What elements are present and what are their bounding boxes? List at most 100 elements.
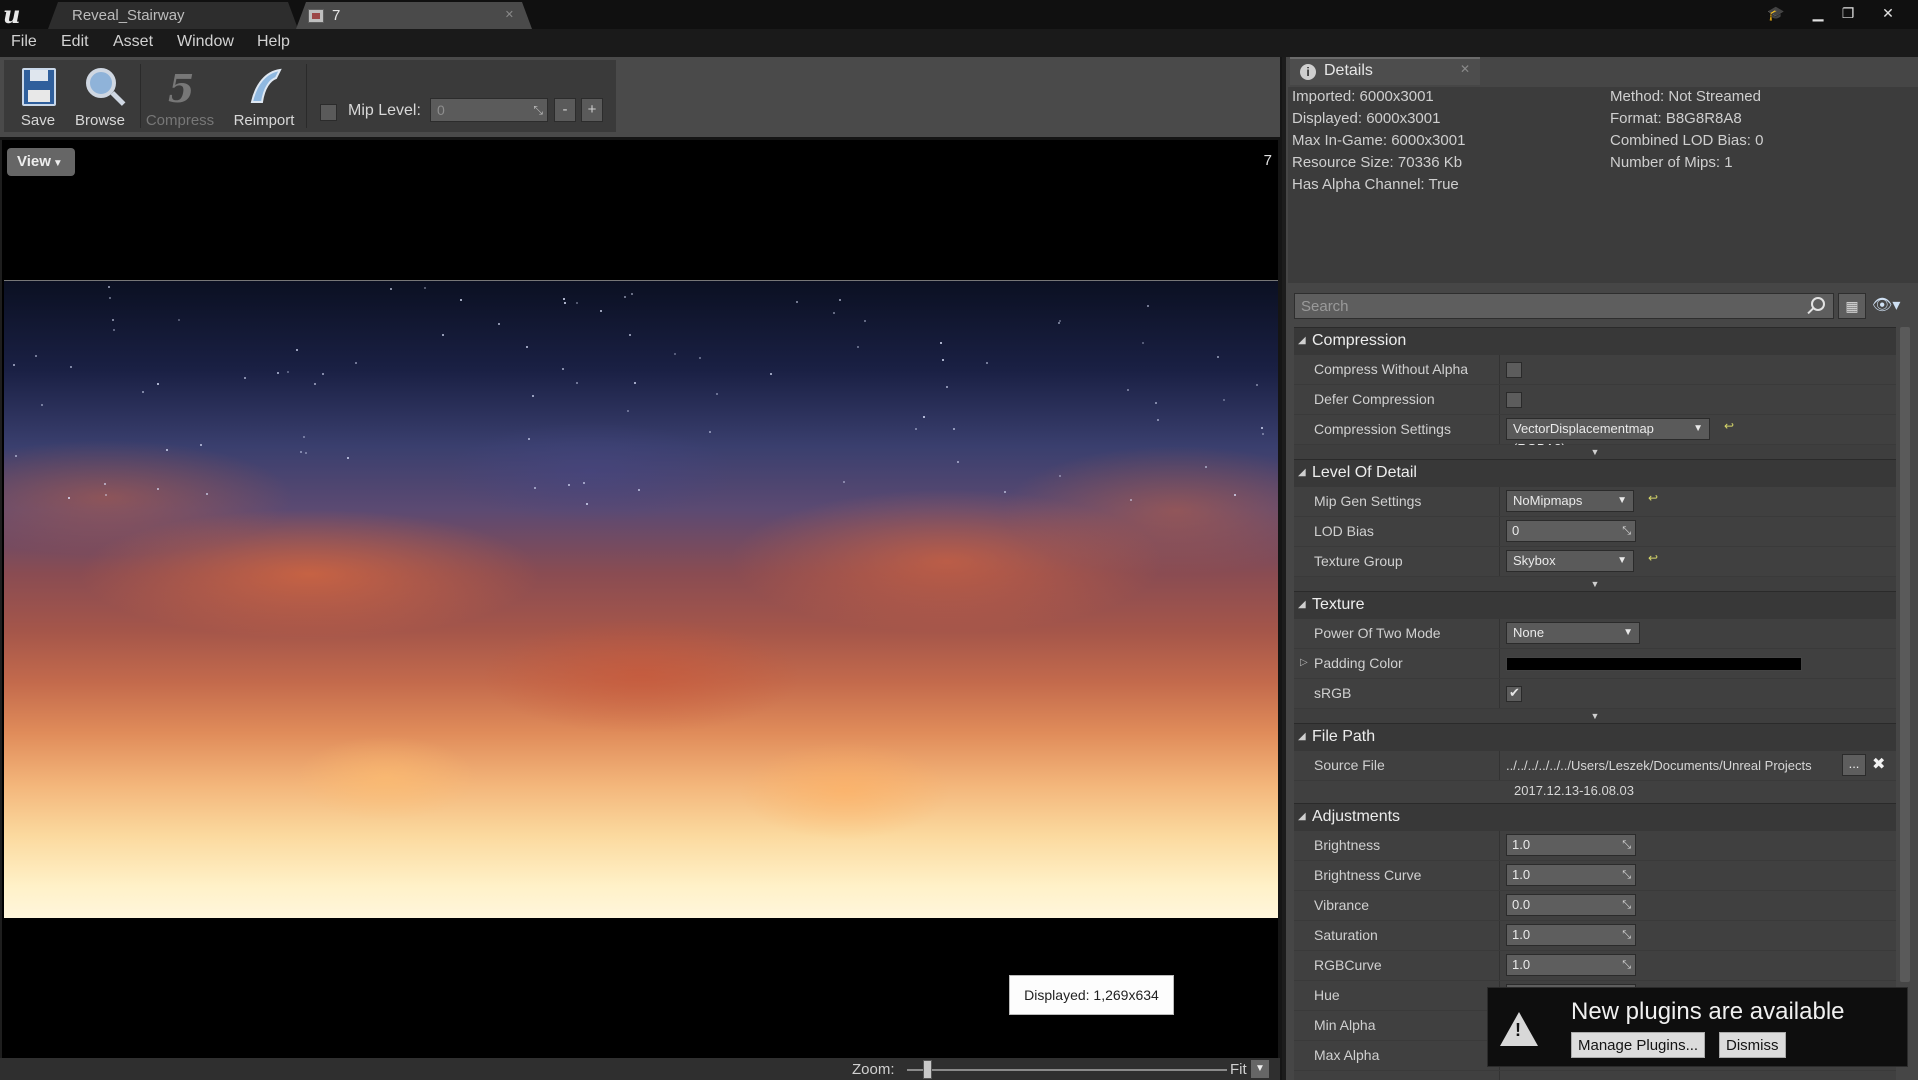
menu-help[interactable]: Help — [257, 33, 290, 51]
adjustment-value-input[interactable]: 0.0 ⤡ — [1506, 894, 1636, 916]
compress-button[interactable]: 5 Compress — [142, 60, 218, 132]
search-icon[interactable] — [1811, 297, 1825, 311]
column-divider[interactable] — [1499, 385, 1500, 414]
star-dot — [985, 361, 988, 364]
show-advanced-toggle[interactable]: ▼ — [1294, 445, 1896, 459]
compression-settings-dropdown[interactable]: VectorDisplacementmap (RGBA8) ▼ — [1506, 418, 1710, 456]
expand-arrow-icon[interactable]: ▷ — [1300, 657, 1308, 668]
category-level-of-detail[interactable]: ◢ Level Of Detail — [1294, 459, 1896, 487]
defer-compression-checkbox[interactable] — [1506, 392, 1522, 408]
mip-gen-settings-dropdown[interactable]: NoMipmaps ▼ — [1506, 490, 1634, 512]
column-divider[interactable] — [1499, 517, 1500, 546]
star-dot — [460, 298, 463, 301]
zoom-slider-handle[interactable] — [923, 1060, 932, 1079]
close-tab-icon[interactable]: ✕ — [505, 2, 514, 29]
show-advanced-toggle[interactable]: ▼ — [1294, 577, 1896, 591]
browse-button[interactable]: Browse — [62, 60, 138, 132]
adjustment-value-input[interactable]: 1.0 ⤡ — [1506, 954, 1636, 976]
clear-source-file-icon[interactable]: ✖ — [1872, 754, 1885, 774]
tab-label: Reveal_Stairway — [72, 7, 185, 24]
menu-edit[interactable]: Edit — [61, 33, 89, 51]
column-divider[interactable] — [1499, 487, 1500, 516]
property-label: Saturation — [1314, 927, 1378, 943]
reimport-button[interactable]: Reimport — [226, 60, 302, 132]
lod-bias-input[interactable]: 0 ⤡ — [1506, 520, 1636, 542]
menu-file[interactable]: File — [11, 33, 37, 51]
star-dot — [390, 287, 393, 290]
title-bar: u Reveal_Stairway 7 ✕ 🎓 ▁ ❐ ✕ — [0, 0, 1918, 29]
search-box — [1294, 293, 1834, 319]
tab-reveal-stairway[interactable]: Reveal_Stairway — [48, 2, 298, 29]
toolbar-divider — [140, 64, 141, 128]
details-scrollbar[interactable] — [1900, 327, 1910, 982]
property-label: sRGB — [1314, 685, 1352, 701]
grid-view-icon[interactable]: ▦ — [1838, 293, 1866, 319]
close-tab-icon[interactable]: ✕ — [1460, 62, 1470, 76]
property-texture-group: Texture Group Skybox ▼ ↩ — [1294, 547, 1896, 577]
unreal-logo-icon[interactable]: u — [3, 2, 29, 28]
search-input[interactable] — [1295, 294, 1795, 318]
star-dot — [1205, 465, 1208, 468]
zoom-slider-track[interactable] — [907, 1069, 1227, 1071]
menu-asset[interactable]: Asset — [113, 33, 153, 51]
column-divider[interactable] — [1499, 861, 1500, 890]
column-divider[interactable] — [1499, 751, 1500, 780]
adjustment-value-input[interactable]: 1.0 ⤡ — [1506, 834, 1636, 856]
close-window-button[interactable]: ✕ — [1874, 3, 1902, 23]
category-title: Level Of Detail — [1312, 464, 1417, 481]
adjustment-value-input[interactable]: 1.0 ⤡ — [1506, 864, 1636, 886]
dismiss-button[interactable]: Dismiss — [1719, 1032, 1786, 1058]
star-dot — [1154, 402, 1157, 405]
column-divider[interactable] — [1499, 1071, 1500, 1080]
view-menu-button[interactable]: View ▼ — [7, 148, 75, 176]
column-divider[interactable] — [1499, 619, 1500, 648]
star-dot — [40, 404, 43, 407]
column-divider[interactable] — [1499, 831, 1500, 860]
padding-color-swatch[interactable] — [1506, 657, 1802, 671]
star-dot — [1059, 474, 1062, 477]
column-divider[interactable] — [1499, 921, 1500, 950]
column-divider[interactable] — [1499, 649, 1500, 678]
category-adjustments[interactable]: ◢ Adjustments — [1294, 803, 1896, 831]
power-of-two-dropdown[interactable]: None ▼ — [1506, 622, 1640, 644]
adjustment-value-input[interactable]: 1.0 ⤡ — [1506, 924, 1636, 946]
category-compression[interactable]: ◢ Compression — [1294, 327, 1896, 355]
texture-viewport[interactable]: View ▼ 7 Displayed: 1,269x634 — [0, 140, 1278, 1058]
mip-increment-button[interactable]: + — [581, 98, 603, 122]
category-file-path[interactable]: ◢ File Path — [1294, 723, 1896, 751]
property-label: Compress Without Alpha — [1314, 361, 1469, 377]
srgb-checkbox[interactable] — [1506, 685, 1522, 702]
menu-window[interactable]: Window — [177, 33, 234, 51]
browse-source-file-button[interactable]: ... — [1842, 754, 1866, 776]
reset-to-default-icon[interactable]: ↩ — [1648, 491, 1658, 505]
learn-icon[interactable]: 🎓 — [1762, 3, 1790, 23]
column-divider[interactable] — [1499, 679, 1500, 708]
show-advanced-toggle[interactable]: ▼ — [1294, 709, 1896, 723]
spin-icon: ⤡ — [1622, 959, 1631, 971]
mip-decrement-button[interactable]: - — [554, 98, 576, 122]
property-label: Min Alpha — [1314, 1017, 1376, 1033]
column-divider[interactable] — [1499, 547, 1500, 576]
tab-details[interactable]: i Details ✕ — [1290, 57, 1480, 85]
reset-to-default-icon[interactable]: ↩ — [1648, 551, 1658, 565]
star-dot — [157, 383, 160, 386]
column-divider[interactable] — [1499, 415, 1500, 444]
category-texture[interactable]: ◢ Texture — [1294, 591, 1896, 619]
compress-without-alpha-checkbox[interactable] — [1506, 362, 1522, 378]
column-divider[interactable] — [1499, 355, 1500, 384]
minimize-button[interactable]: ▁ — [1804, 3, 1832, 23]
star-dot — [302, 435, 305, 438]
column-divider[interactable] — [1499, 891, 1500, 920]
mip-level-input[interactable]: 0 ⤡ — [430, 98, 548, 122]
zoom-mode-dropdown[interactable]: ▼ — [1251, 1060, 1269, 1078]
mip-level-checkbox[interactable] — [320, 104, 337, 121]
property-list[interactable]: ◢ Compression Compress Without Alpha Def… — [1294, 327, 1896, 1080]
restore-button[interactable]: ❐ — [1834, 3, 1862, 23]
reset-to-default-icon[interactable]: ↩ — [1724, 419, 1734, 433]
tab-texture-7[interactable]: 7 ✕ — [296, 2, 532, 29]
manage-plugins-button[interactable]: Manage Plugins... — [1571, 1032, 1706, 1058]
column-divider[interactable] — [1499, 951, 1500, 980]
texture-preview-image — [4, 280, 1278, 918]
texture-group-dropdown[interactable]: Skybox ▼ — [1506, 550, 1634, 572]
eye-icon[interactable]: 👁▾ — [1872, 295, 1912, 317]
